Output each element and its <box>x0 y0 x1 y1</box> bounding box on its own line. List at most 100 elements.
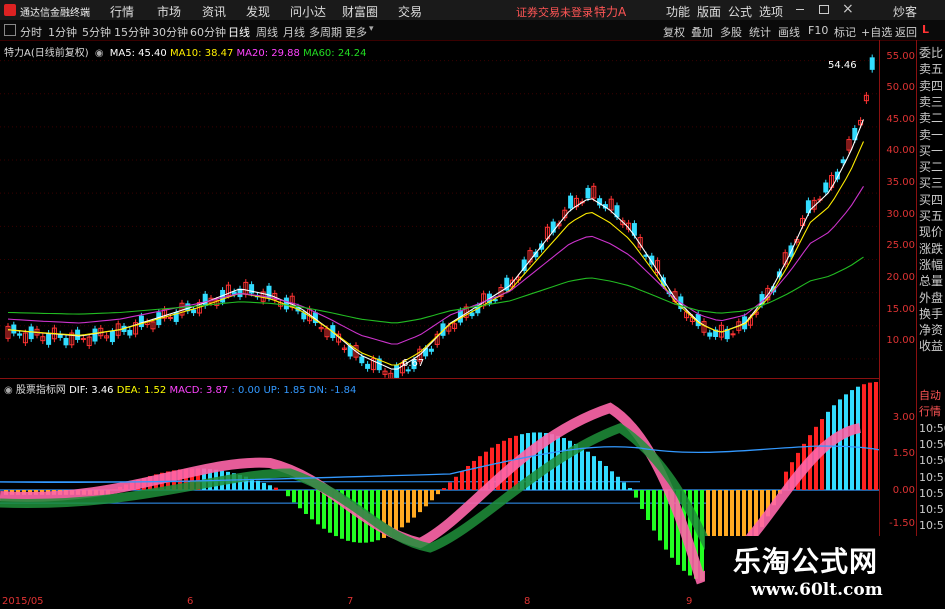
menu-hangqing[interactable]: 行情 <box>110 3 134 20</box>
sub-chart-info: ◉ 股票指标网 DIF: 3.46 DEA: 1.52 MACD: 3.87 :… <box>4 381 356 396</box>
y-tick: 35.00 <box>886 177 915 188</box>
macd-bar <box>454 476 458 490</box>
btn-fuquan[interactable]: 复权 <box>663 24 685 40</box>
high-price-label: 54.46 <box>828 60 857 71</box>
macd-bar <box>412 490 416 518</box>
kline-candle <box>109 330 115 343</box>
menu-banmian[interactable]: 版面 <box>697 3 721 20</box>
tab-5min[interactable]: 5分钟 <box>82 24 111 40</box>
quote-label: 卖二 <box>919 111 944 126</box>
kline-candle <box>707 332 713 337</box>
macd-bar <box>418 490 422 513</box>
settings-icon[interactable]: ◉ <box>95 48 104 59</box>
level-l-icon: L <box>922 23 930 36</box>
macd-bar <box>586 451 590 490</box>
quote-label: 买一 <box>919 143 944 158</box>
dif-line <box>0 445 880 484</box>
btn-diejia[interactable]: 叠加 <box>691 24 713 40</box>
tab-weekly[interactable]: 周线 <box>256 24 278 40</box>
menu-gongshi[interactable]: 公式 <box>728 3 752 20</box>
y-tick: 10.00 <box>886 335 915 346</box>
quote-label: 总量 <box>919 274 944 289</box>
menu-caifuquan[interactable]: 财富圈 <box>342 3 378 20</box>
kline-candle <box>28 326 34 340</box>
ma10-line <box>7 141 865 366</box>
macd-bar <box>472 460 476 490</box>
close-icon[interactable]: × <box>842 1 854 17</box>
tab-1min[interactable]: 1分钟 <box>48 24 77 40</box>
macd-bar <box>844 394 848 490</box>
kline-candle <box>823 182 829 193</box>
kline-candle <box>585 187 591 199</box>
tab-15min[interactable]: 15分钟 <box>114 24 150 40</box>
tab-30min[interactable]: 30分钟 <box>152 24 188 40</box>
macd-bar <box>502 440 506 490</box>
kline-candle <box>167 316 173 319</box>
macd-bar <box>478 456 482 490</box>
kline-chart[interactable]: 特力A(日线前复权) ◉ MA5: 45.40 MA10: 38.47 MA20… <box>0 40 880 378</box>
restore-icon[interactable] <box>819 5 829 14</box>
quote-label: 10:51 <box>919 503 945 517</box>
tab-60min[interactable]: 60分钟 <box>190 24 226 40</box>
quote-panel: 委比 卖五 卖四 卖三 卖二 卖一 买一 买二 买三 买四 买五 现价 涨跌 涨幅 总量 外盘 换手 净资 收益 自动… <box>917 40 945 600</box>
macd-bar <box>424 490 428 507</box>
y-tick: 0.00 <box>892 485 915 496</box>
grid-icon[interactable] <box>4 24 16 36</box>
macd-bar <box>448 482 452 490</box>
tab-multi-period[interactable]: 多周期 <box>309 24 342 40</box>
minimize-icon[interactable] <box>796 9 804 10</box>
menu-chaoke[interactable]: 炒客 <box>893 3 917 20</box>
macd-bar <box>646 490 650 520</box>
menu-wenxiaoda[interactable]: 问小达 <box>290 3 326 20</box>
y-tick: 55.00 <box>886 51 915 62</box>
y-tick: 45.00 <box>886 114 915 125</box>
quote-label: 10:51 <box>919 519 945 533</box>
tab-monthly[interactable]: 月线 <box>283 24 305 40</box>
ma60-value: MA60: 24.24 <box>303 48 367 59</box>
dea-value: DEA: 1.52 <box>116 385 167 396</box>
low-price-label: 6.67 <box>402 358 425 369</box>
btn-huaxian[interactable]: 画线 <box>778 24 800 40</box>
btn-zixuan[interactable]: +自选 <box>861 24 892 40</box>
menu-gongneng[interactable]: 功能 <box>666 3 690 20</box>
btn-duogu[interactable]: 多股 <box>720 24 742 40</box>
ma10-value: MA10: 38.47 <box>169 48 234 59</box>
macd-bar <box>286 490 290 497</box>
kline-candle <box>365 363 371 369</box>
macd-bar <box>268 485 272 490</box>
ma20-value: MA20: 29.88 <box>236 48 300 59</box>
quote-label: 卖一 <box>919 127 944 142</box>
main-chart-info: 特力A(日线前复权) ◉ MA5: 45.40 MA10: 38.47 MA20… <box>4 44 366 59</box>
btn-tongji[interactable]: 统计 <box>749 24 771 40</box>
macd-bar <box>592 456 596 490</box>
macd-bar <box>304 490 308 514</box>
chevron-down-icon[interactable]: ▾ <box>369 24 374 34</box>
y-tick: 30.00 <box>886 209 915 220</box>
btn-f10[interactable]: F10 <box>808 24 828 37</box>
y-tick: 20.00 <box>886 272 915 283</box>
x-tick: 8 <box>524 596 531 607</box>
watermark-title: 乐淘公式网 <box>733 545 879 578</box>
macd-bar <box>436 490 440 495</box>
tab-more[interactable]: 更多 <box>345 24 367 40</box>
btn-biaoji[interactable]: 标记 <box>834 24 856 40</box>
settings-icon[interactable]: ◉ <box>4 385 13 396</box>
x-tick: 7 <box>347 596 354 607</box>
kline-candle <box>730 333 736 336</box>
tab-fenshi[interactable]: 分时 <box>20 24 42 40</box>
kline-candle <box>92 328 98 342</box>
menu-xuanxiang[interactable]: 选项 <box>759 3 783 20</box>
dif-value: DIF: 3.46 <box>69 385 114 396</box>
kline-candle <box>191 309 197 314</box>
y-tick: 15.00 <box>886 304 915 315</box>
menu-faxian[interactable]: 发现 <box>246 3 270 20</box>
menu-jiaoyi[interactable]: 交易 <box>398 3 422 20</box>
macd-bar <box>430 490 434 501</box>
menu-zixun[interactable]: 资讯 <box>202 3 226 20</box>
x-tick: 2015/05 <box>2 596 44 607</box>
menu-shichang[interactable]: 市场 <box>157 3 181 20</box>
tab-daily[interactable]: 日线 <box>228 24 250 40</box>
btn-fanhui[interactable]: 返回 <box>895 24 917 40</box>
macd-bar <box>628 488 632 490</box>
login-status[interactable]: 证券交易未登录 <box>516 4 593 20</box>
